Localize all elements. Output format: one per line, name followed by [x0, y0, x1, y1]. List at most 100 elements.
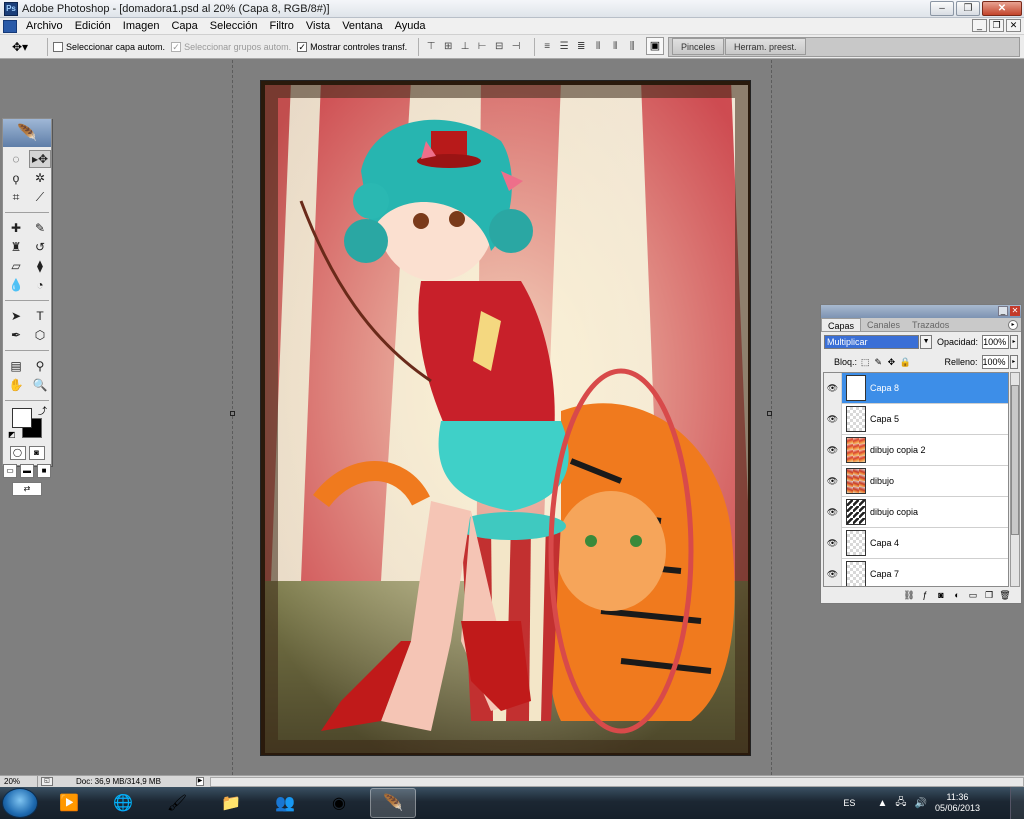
notes-tool-icon[interactable]: ▤ [5, 357, 27, 375]
clone-stamp-tool-icon[interactable]: ♜ [5, 238, 27, 256]
opacity-slider-button[interactable]: ▸ [1010, 335, 1018, 349]
visibility-eye-icon[interactable]: 👁 [824, 434, 842, 466]
foreground-color-swatch[interactable] [12, 408, 32, 428]
tray-expand-icon[interactable]: ▲ [877, 798, 887, 809]
maximize-button[interactable]: ❐ [956, 1, 980, 16]
layer-row[interactable]: 👁 Capa 4 [824, 527, 1008, 559]
status-menu-arrow-icon[interactable]: ▶ [196, 777, 204, 786]
show-desktop-button[interactable] [1010, 787, 1024, 819]
align-bottom-icon[interactable]: ⊥ [458, 40, 472, 54]
hand-tool-icon[interactable]: ✋ [5, 376, 27, 394]
distribute-hcenter-icon[interactable]: ⦀ [608, 40, 622, 54]
distribute-top-icon[interactable]: ≡ [540, 40, 554, 54]
menu-edicion[interactable]: Edición [69, 20, 117, 32]
panel-menu-icon[interactable]: ▸ [1008, 320, 1018, 330]
fill-input[interactable]: 100% [981, 355, 1009, 369]
minimize-button[interactable]: – [930, 1, 954, 16]
menu-filtro[interactable]: Filtro [263, 20, 299, 32]
visibility-eye-icon[interactable]: 👁 [824, 527, 842, 559]
move-tool-icon[interactable]: ▸✥ [29, 150, 51, 168]
close-button[interactable]: ✕ [982, 1, 1022, 16]
standard-screen-mode-icon[interactable]: ▭ [3, 464, 17, 478]
blur-tool-icon[interactable]: 💧 [5, 276, 27, 294]
transform-handle-right[interactable] [767, 411, 772, 416]
language-indicator[interactable]: ES [843, 798, 855, 808]
tab-canales[interactable]: Canales [861, 318, 906, 331]
messenger-icon[interactable]: 👥 [262, 788, 308, 818]
doc-minimize-button[interactable]: _ [972, 19, 987, 32]
add-mask-icon[interactable]: ◙ [935, 590, 947, 600]
distribute-left-icon[interactable]: ⫴ [591, 40, 605, 54]
document-canvas[interactable] [260, 80, 751, 756]
visibility-eye-icon[interactable]: 👁 [824, 558, 842, 586]
align-top-icon[interactable]: ⊤ [424, 40, 438, 54]
full-screen-menu-mode-icon[interactable]: ▬ [20, 464, 34, 478]
auto-select-layer-checkbox[interactable]: Seleccionar capa autom. [53, 41, 165, 52]
tab-trazados[interactable]: Trazados [906, 318, 955, 331]
photoshop-task-icon[interactable]: 🪶 [370, 788, 416, 818]
transform-handle-left[interactable] [230, 411, 235, 416]
opacity-input[interactable]: 100% [982, 335, 1010, 349]
link-layers-icon[interactable]: ⛓ [903, 590, 915, 601]
brush-tool-icon[interactable]: ✎ [29, 219, 51, 237]
menu-imagen[interactable]: Imagen [117, 20, 166, 32]
zoom-tool-icon[interactable]: 🔍 [29, 376, 51, 394]
layer-row[interactable]: 👁 Capa 8 [824, 373, 1008, 404]
start-button[interactable] [2, 788, 38, 818]
type-tool-icon[interactable]: T [29, 307, 51, 325]
paint-bucket-tool-icon[interactable]: ⧫ [29, 257, 51, 275]
visibility-eye-icon[interactable]: 👁 [824, 403, 842, 435]
pen-tool-icon[interactable]: ✒ [5, 326, 27, 344]
lasso-tool-icon[interactable]: ϙ [5, 169, 27, 187]
layer-style-icon[interactable]: ƒ [919, 590, 931, 600]
marquee-tool-icon[interactable]: ◌ [5, 150, 27, 168]
history-brush-tool-icon[interactable]: ↺ [29, 238, 51, 256]
fill-slider-button[interactable]: ▸ [1009, 355, 1019, 369]
visibility-eye-icon[interactable]: 👁 [824, 496, 842, 528]
chrome-icon[interactable]: ◉ [316, 788, 362, 818]
blend-mode-select[interactable]: Multiplicar ▼ [824, 335, 933, 349]
network-icon[interactable]: 🖧 [895, 795, 906, 812]
jump-to-imageready-icon[interactable]: ⇄ [12, 482, 42, 496]
doc-restore-button[interactable]: ❐ [989, 19, 1004, 32]
shape-tool-icon[interactable]: ⬡ [29, 326, 51, 344]
panel-minimize-button[interactable]: _ [998, 306, 1008, 316]
layer-row[interactable]: 👁 Capa 5 [824, 403, 1008, 435]
delete-layer-icon[interactable]: 🗑 [999, 590, 1011, 601]
default-colors-icon[interactable]: ◩ [8, 430, 16, 439]
doc-close-button[interactable]: ✕ [1006, 19, 1021, 32]
tab-capas[interactable]: Capas [821, 318, 862, 331]
dodge-tool-icon[interactable]: ◔ [29, 276, 51, 294]
full-screen-mode-icon[interactable]: ■ [37, 464, 51, 478]
path-selection-tool-icon[interactable]: ➤ [5, 307, 27, 325]
magic-wand-tool-icon[interactable]: ✲ [29, 169, 51, 187]
layers-panel-titlebar[interactable]: _ ✕ [821, 305, 1021, 318]
lock-transparency-icon[interactable]: ⬚ [860, 357, 870, 368]
distribute-right-icon[interactable]: ⫼ [625, 40, 639, 54]
lock-position-icon[interactable]: ✥ [886, 357, 896, 368]
layer-row[interactable]: 👁 dibujo copia [824, 496, 1008, 528]
crop-tool-icon[interactable]: ⌗ [5, 188, 27, 206]
standard-mode-icon[interactable]: ◯ [9, 446, 26, 460]
swap-colors-icon[interactable]: ⤴ [38, 404, 47, 417]
checkbox-box[interactable]: ✓ [171, 41, 182, 52]
visibility-eye-icon[interactable]: 👁 [824, 373, 842, 404]
zoom-preview-icon[interactable]: ◱ [41, 777, 53, 786]
tab-herram-preest[interactable]: Herram. preest. [725, 38, 806, 55]
new-layer-icon[interactable]: ❐ [983, 590, 995, 601]
new-group-icon[interactable]: ▭ [967, 590, 979, 601]
feather-logo-icon[interactable]: 🪶 [3, 119, 51, 147]
clock[interactable]: 11:36 05/06/2013 [935, 792, 980, 814]
show-transform-controls-checkbox[interactable]: ✓ Mostrar controles transf. [297, 41, 407, 52]
checkbox-box[interactable] [53, 41, 63, 52]
quick-mask-mode-icon[interactable]: ◙ [28, 446, 45, 460]
align-vcenter-icon[interactable]: ⊞ [441, 40, 455, 54]
checkbox-box[interactable]: ✓ [297, 41, 308, 52]
menu-vista[interactable]: Vista [300, 20, 336, 32]
distribute-bottom-icon[interactable]: ≣ [574, 40, 588, 54]
move-tool-preset-icon[interactable]: ✥▾ [12, 37, 42, 57]
internet-explorer-icon[interactable]: 🌐 [100, 788, 146, 818]
visibility-eye-icon[interactable]: 👁 [824, 465, 842, 497]
eraser-tool-icon[interactable]: ▱ [5, 257, 27, 275]
zoom-level[interactable]: 20% [0, 776, 38, 787]
